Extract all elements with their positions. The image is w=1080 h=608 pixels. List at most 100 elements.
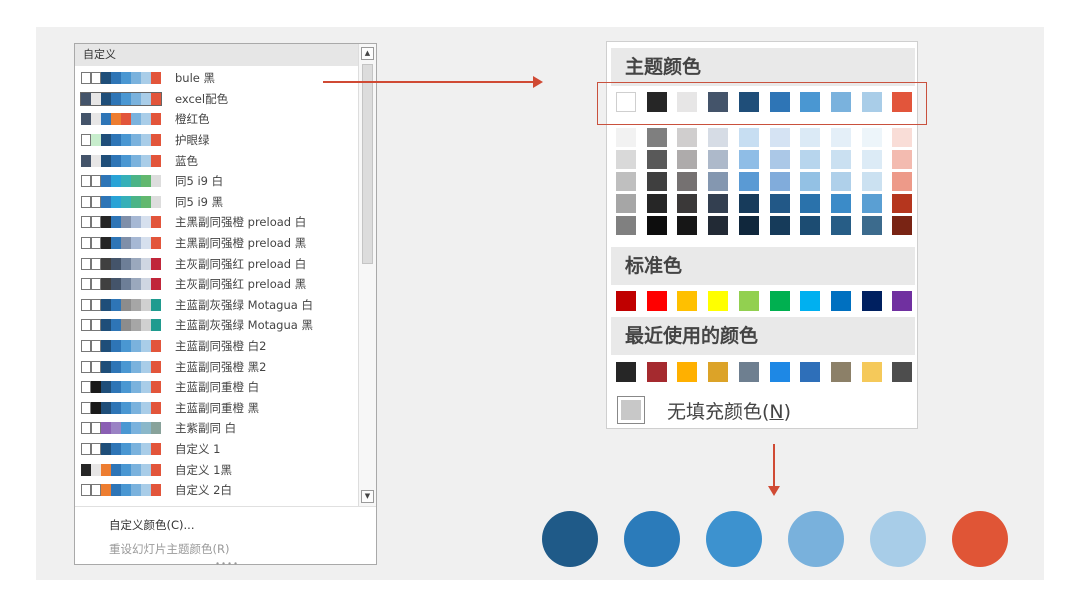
theme-shade-swatch[interactable]: [830, 172, 851, 191]
theme-option[interactable]: 主蓝副同强橙 黑2: [77, 356, 357, 377]
theme-shade-swatch[interactable]: [677, 216, 698, 235]
theme-option[interactable]: 自定义 1黑: [77, 459, 357, 480]
theme-shade-swatch[interactable]: [800, 150, 821, 169]
arrow-right-line: [323, 81, 535, 83]
theme-shade-swatch[interactable]: [830, 194, 851, 213]
scrollbar-thumb[interactable]: [362, 64, 373, 264]
theme-option[interactable]: 主蓝副同重橙 白: [77, 377, 357, 398]
recent-color-swatch[interactable]: [769, 362, 790, 382]
theme-shade-swatch[interactable]: [892, 150, 913, 169]
standard-color-swatch[interactable]: [646, 291, 667, 311]
resize-grip-icon[interactable]: ∙∙∙∙: [215, 559, 239, 568]
list-scrollbar[interactable]: ▲ ▼: [358, 44, 376, 506]
recent-color-swatch[interactable]: [892, 362, 913, 382]
theme-shade-swatch[interactable]: [861, 216, 882, 235]
theme-option[interactable]: 主黑副同强橙 preload 白: [77, 212, 357, 233]
theme-shade-swatch[interactable]: [646, 216, 667, 235]
theme-shade-swatch[interactable]: [616, 172, 636, 191]
theme-shade-swatch[interactable]: [769, 172, 790, 191]
standard-color-swatch[interactable]: [830, 291, 851, 311]
custom-colors-menu-item[interactable]: 自定义颜色(C)...: [109, 517, 194, 533]
theme-shade-swatch[interactable]: [769, 150, 790, 169]
theme-option[interactable]: 自定义 2白: [77, 480, 357, 501]
theme-shade-swatch[interactable]: [769, 194, 790, 213]
theme-shade-swatch[interactable]: [677, 194, 698, 213]
theme-shade-swatch[interactable]: [616, 216, 636, 235]
theme-shade-swatch[interactable]: [616, 128, 636, 147]
recent-color-swatch[interactable]: [616, 362, 636, 382]
standard-color-swatch[interactable]: [800, 291, 821, 311]
theme-shade-swatch[interactable]: [892, 194, 913, 213]
theme-shade-swatch[interactable]: [861, 172, 882, 191]
theme-option[interactable]: 主蓝副灰强绿 Motagua 白: [77, 295, 357, 316]
no-fill-button[interactable]: 无填充颜色(N): [617, 396, 791, 424]
theme-option[interactable]: 主黑副同强橙 preload 黑: [77, 233, 357, 254]
theme-shade-swatch[interactable]: [646, 194, 667, 213]
theme-shade-swatch[interactable]: [800, 172, 821, 191]
theme-shade-swatch[interactable]: [616, 194, 636, 213]
theme-shade-swatch[interactable]: [738, 128, 759, 147]
theme-shade-swatch[interactable]: [646, 150, 667, 169]
theme-shade-swatch[interactable]: [800, 128, 821, 147]
theme-shade-swatch[interactable]: [861, 150, 882, 169]
theme-shade-swatch[interactable]: [769, 216, 790, 235]
recent-color-swatch[interactable]: [677, 362, 698, 382]
theme-shade-swatch[interactable]: [861, 194, 882, 213]
theme-option[interactable]: 主蓝副同强橙 白2: [77, 336, 357, 357]
theme-option[interactable]: 主紫副同 白: [77, 418, 357, 439]
theme-shade-swatch[interactable]: [830, 216, 851, 235]
recent-color-swatch[interactable]: [830, 362, 851, 382]
theme-option[interactable]: 橙红色: [77, 109, 357, 130]
theme-option[interactable]: 自定义 1: [77, 439, 357, 460]
theme-shade-swatch[interactable]: [646, 128, 667, 147]
theme-option[interactable]: 同5 i9 黑: [77, 192, 357, 213]
theme-shade-swatch[interactable]: [738, 172, 759, 191]
theme-option[interactable]: 护眼绿: [77, 130, 357, 151]
recent-color-swatch[interactable]: [738, 362, 759, 382]
scroll-up-icon[interactable]: ▲: [361, 47, 374, 60]
theme-option[interactable]: 蓝色: [77, 150, 357, 171]
theme-shade-swatch[interactable]: [800, 194, 821, 213]
standard-color-swatch[interactable]: [708, 291, 729, 311]
standard-color-swatch[interactable]: [892, 291, 913, 311]
standard-color-swatch[interactable]: [738, 291, 759, 311]
theme-shade-swatch[interactable]: [830, 128, 851, 147]
recent-color-swatch[interactable]: [800, 362, 821, 382]
theme-option[interactable]: 同5 i9 白: [77, 171, 357, 192]
theme-option[interactable]: 主灰副同强红 preload 黑: [77, 274, 357, 295]
theme-shade-swatch[interactable]: [738, 150, 759, 169]
standard-color-swatch[interactable]: [861, 291, 882, 311]
theme-shade-swatch[interactable]: [708, 194, 729, 213]
theme-option[interactable]: bule 黑: [77, 68, 357, 89]
theme-shade-swatch[interactable]: [708, 172, 729, 191]
scroll-down-icon[interactable]: ▼: [361, 490, 374, 503]
recent-color-swatch[interactable]: [708, 362, 729, 382]
theme-shade-swatch[interactable]: [892, 128, 913, 147]
theme-shade-swatch[interactable]: [800, 216, 821, 235]
standard-color-swatch[interactable]: [677, 291, 698, 311]
standard-color-swatch[interactable]: [616, 291, 636, 311]
theme-option[interactable]: 主蓝副灰强绿 Motagua 黑: [77, 315, 357, 336]
theme-shade-swatch[interactable]: [892, 216, 913, 235]
theme-option-label: 主蓝副同强橙 白2: [175, 339, 267, 354]
theme-option[interactable]: 主蓝副同重橙 黑: [77, 398, 357, 419]
theme-shade-swatch[interactable]: [677, 172, 698, 191]
theme-shade-swatch[interactable]: [616, 150, 636, 169]
recent-color-swatch[interactable]: [646, 362, 667, 382]
standard-color-swatch[interactable]: [769, 291, 790, 311]
theme-shade-swatch[interactable]: [708, 128, 729, 147]
recent-color-swatch[interactable]: [861, 362, 882, 382]
theme-shade-swatch[interactable]: [646, 172, 667, 191]
theme-shade-swatch[interactable]: [769, 128, 790, 147]
theme-shade-swatch[interactable]: [830, 150, 851, 169]
theme-shade-swatch[interactable]: [708, 150, 729, 169]
theme-shade-swatch[interactable]: [677, 150, 698, 169]
theme-option[interactable]: 主灰副同强红 preload 白: [77, 253, 357, 274]
theme-shade-swatch[interactable]: [677, 128, 698, 147]
theme-shade-swatch[interactable]: [861, 128, 882, 147]
theme-option[interactable]: excel配色: [77, 89, 357, 110]
theme-shade-swatch[interactable]: [708, 216, 729, 235]
theme-shade-swatch[interactable]: [738, 216, 759, 235]
theme-shade-swatch[interactable]: [738, 194, 759, 213]
theme-shade-swatch[interactable]: [892, 172, 913, 191]
